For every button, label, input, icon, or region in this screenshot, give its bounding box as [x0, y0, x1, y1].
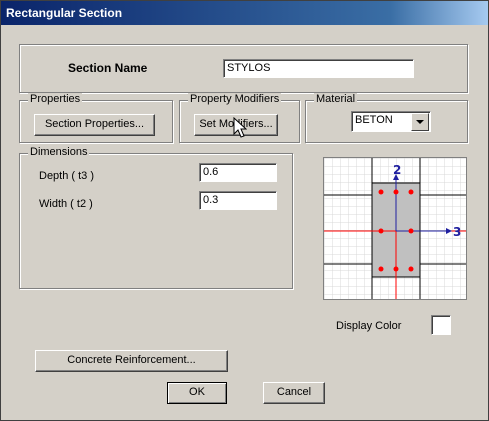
- axis-2-label: 2: [393, 163, 401, 177]
- window-title: Rectangular Section: [6, 6, 123, 20]
- axis-3-label: 3: [453, 225, 461, 239]
- display-color-swatch[interactable]: [431, 315, 451, 335]
- rebar-dot: [393, 266, 399, 272]
- rebar-dot: [393, 189, 399, 195]
- rebar-dot: [408, 228, 414, 234]
- rebar-dot: [408, 189, 414, 195]
- material-selected-value: BETON: [355, 114, 393, 126]
- depth-label: Depth ( t3 ): [39, 170, 95, 182]
- chevron-down-icon: [416, 120, 424, 124]
- concrete-reinforcement-button[interactable]: Concrete Reinforcement...: [35, 350, 228, 372]
- depth-field[interactable]: 0.6: [199, 163, 277, 182]
- properties-group-label: Properties: [28, 93, 83, 105]
- display-color-label: Display Color: [336, 320, 402, 332]
- section-preview: 2 3: [323, 157, 467, 300]
- ok-button[interactable]: OK: [167, 382, 227, 404]
- rebar-dot: [408, 266, 414, 272]
- rectangular-section-dialog: Rectangular Section Section Name STYLOS …: [0, 0, 489, 421]
- section-properties-button[interactable]: Section Properties...: [34, 114, 155, 136]
- title-bar[interactable]: Rectangular Section: [1, 1, 488, 25]
- width-label: Width ( t2 ): [39, 198, 93, 210]
- dimensions-group-label: Dimensions: [28, 146, 90, 158]
- section-name-label: Section Name: [68, 61, 148, 75]
- section-preview-canvas: 2 3: [324, 158, 466, 299]
- cancel-button[interactable]: Cancel: [263, 382, 325, 404]
- material-group-label: Material: [314, 93, 358, 105]
- mouse-cursor-icon: [233, 117, 247, 138]
- dropdown-button[interactable]: [411, 113, 429, 131]
- width-field[interactable]: 0.3: [199, 191, 277, 210]
- rebar-dot: [378, 189, 384, 195]
- rebar-dot: [378, 228, 384, 234]
- property-modifiers-group-label: Property Modifiers: [188, 93, 282, 105]
- section-name-field[interactable]: STYLOS: [223, 59, 414, 78]
- rebar-dot: [378, 266, 384, 272]
- material-select[interactable]: BETON: [351, 111, 431, 132]
